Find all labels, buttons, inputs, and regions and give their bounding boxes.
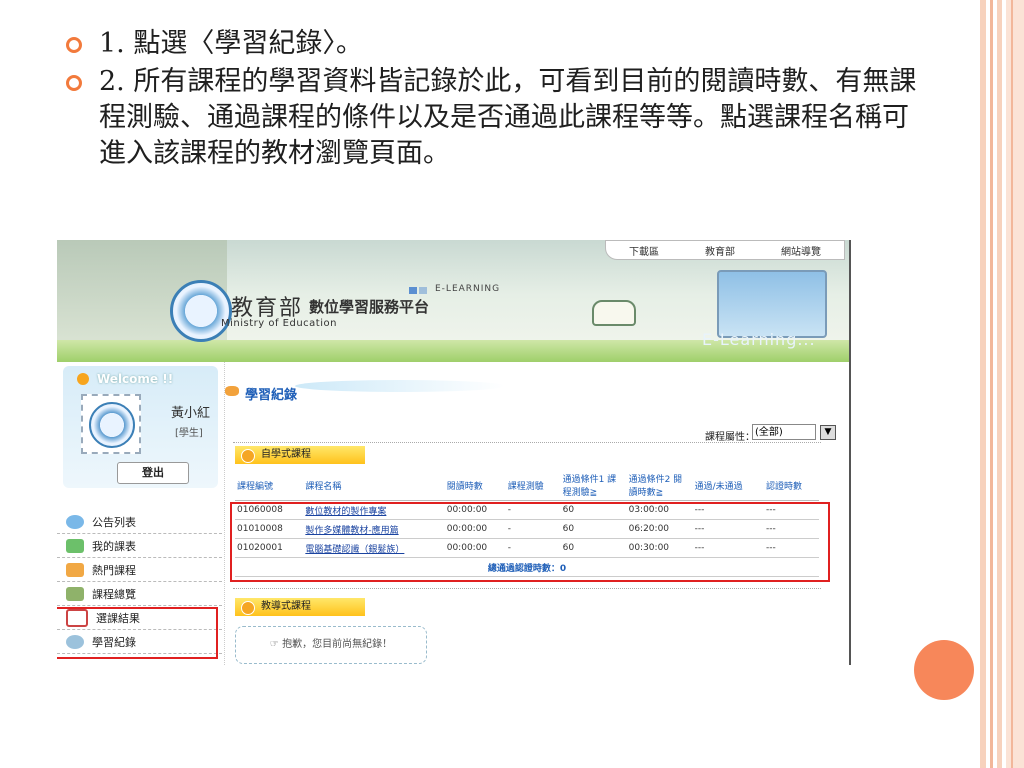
ministry-seal-icon: [170, 280, 232, 342]
divider: [233, 588, 821, 589]
main-content: 學習紀錄 課程屬性： (全部) ▼ 自學式課程 課程編號 課程名稱 閱讀時數 課…: [224, 362, 849, 665]
column-header: 認證時數: [764, 470, 819, 501]
logout-button[interactable]: 登出: [117, 462, 189, 484]
menu-label: 課程總覽: [92, 587, 136, 601]
flower-icon: [225, 386, 239, 396]
chevron-down-icon[interactable]: ▼: [820, 425, 836, 440]
sidebar-item-catalog[interactable]: 課程總覽: [57, 582, 222, 606]
column-header: 課程名稱: [303, 470, 445, 501]
bullet-text: 2. 所有課程的學習資料皆記錄於此，可看到目前的閱讀時數、有無課程測驗、通過課程…: [99, 66, 917, 169]
nav-download[interactable]: 下載區: [629, 243, 659, 258]
column-header: 通過/未通過: [692, 470, 765, 501]
user-role: [學生]: [175, 428, 203, 439]
elearning-tag: E-LEARNING: [435, 284, 501, 294]
bullet-text: 1. 點選〈學習紀錄〉。: [99, 28, 363, 59]
catalog-icon: [66, 586, 84, 601]
welcome-panel: Welcome !! 黃小紅 [學生] 登出: [63, 366, 218, 488]
popular-icon: [66, 562, 84, 577]
tab-guided: 教導式課程: [235, 598, 365, 616]
tag-square-icon: [419, 287, 427, 294]
bullet-marker-icon: [66, 75, 82, 91]
page-title: 學習紀錄: [245, 388, 298, 403]
people-icon: [66, 538, 84, 553]
menu-label: 熱門課程: [92, 563, 136, 577]
column-header: 課程測驗: [505, 470, 561, 501]
portal-banner: E-LEARNING 教育部 數位學習服務平台 Ministry of Educ…: [57, 240, 849, 362]
decor-stripe: [990, 0, 993, 768]
portal-english-name: Ministry of Education: [221, 318, 337, 329]
menu-label: 公告列表: [92, 515, 136, 529]
course-type-select[interactable]: (全部): [752, 424, 816, 440]
sidebar-item-announcements[interactable]: 公告列表: [57, 510, 222, 534]
bullet-marker-icon: [66, 37, 82, 53]
avatar: [81, 394, 141, 454]
decor-stripe: [997, 0, 1002, 768]
column-header: 課程編號: [235, 470, 304, 501]
column-header: 通過條件2 閱讀時數≧: [626, 470, 693, 501]
book-icon: [592, 300, 636, 326]
ministry-seal-icon: [89, 402, 135, 448]
decor-stripe: [1006, 0, 1024, 768]
user-name: 黃小紅: [171, 406, 211, 421]
nav-moe[interactable]: 教育部: [705, 243, 735, 258]
portal-screenshot: E-LEARNING 教育部 數位學習服務平台 Ministry of Educ…: [57, 240, 851, 665]
sidebar-item-popular[interactable]: 熱門課程: [57, 558, 222, 582]
monitor-icon: [717, 270, 827, 338]
highlight-box-menu: [57, 607, 218, 659]
heading-swoosh: [295, 380, 505, 392]
tab-dot-icon: [241, 601, 255, 615]
monitor-caption: E-Learning...: [702, 330, 816, 349]
welcome-text: Welcome !!: [97, 372, 174, 386]
column-header: 通過條件1 課程測驗≧: [560, 470, 627, 501]
nav-sitemap[interactable]: 網站導覽: [781, 243, 821, 258]
filter-label: 課程屬性：: [705, 432, 755, 443]
highlight-box-table: [230, 502, 830, 582]
tab-self-study: 自學式課程: [235, 446, 365, 464]
bullet-1: 1. 點選〈學習紀錄〉。: [64, 26, 924, 62]
sun-icon: [77, 373, 89, 385]
empty-message: ☞ 抱歉，您目前尚無紀錄！: [235, 626, 427, 664]
slide-bullets: 1. 點選〈學習紀錄〉。 2. 所有課程的學習資料皆記錄於此，可看到目前的閱讀時…: [64, 26, 924, 174]
menu-label: 我的課表: [92, 539, 136, 553]
cloud-icon: [66, 514, 84, 529]
decor-stripe: [1011, 0, 1013, 768]
tag-square-icon: [409, 287, 417, 294]
decor-stripe: [980, 0, 986, 768]
sidebar-item-my-schedule[interactable]: 我的課表: [57, 534, 222, 558]
tab-dot-icon: [241, 449, 255, 463]
table-header: 課程編號 課程名稱 閱讀時數 課程測驗 通過條件1 課程測驗≧ 通過條件2 閱讀…: [235, 470, 819, 501]
bullet-2: 2. 所有課程的學習資料皆記錄於此，可看到目前的閱讀時數、有無課程測驗、通過課程…: [64, 64, 924, 172]
column-header: 閱讀時數: [444, 470, 506, 501]
portal-subtitle: 數位學習服務平台: [309, 298, 430, 316]
decor-orange-circle: [914, 640, 974, 700]
tab-label: 自學式課程: [261, 449, 311, 460]
tab-label: 教導式課程: [261, 601, 311, 612]
top-nav: 下載區 教育部 網站導覽: [605, 240, 845, 260]
